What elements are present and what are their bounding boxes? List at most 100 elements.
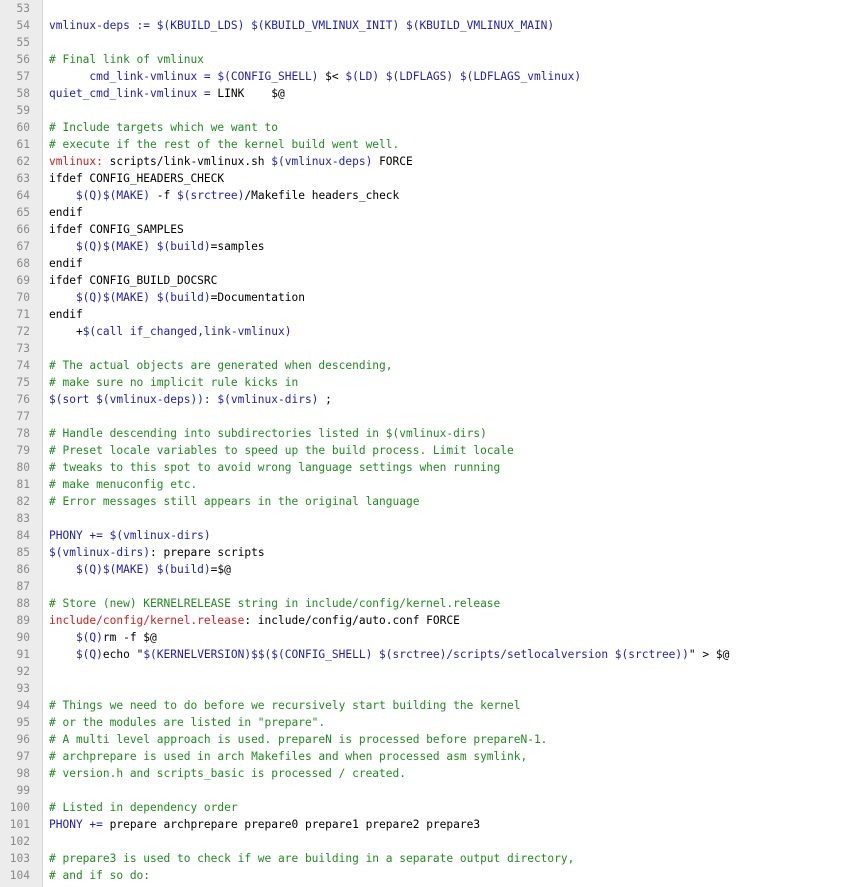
code-line: 98 # version.h and scripts_basic is proce… [0, 765, 864, 782]
line-number: 103 [9, 852, 30, 865]
line-number: 55 [16, 36, 30, 49]
code-line: 85 $(vmlinux-dirs): prepare scripts [0, 544, 864, 561]
line-code: $(Q)$(MAKE) $(build)=samples [49, 238, 265, 255]
line-number: 94 [16, 699, 30, 712]
code-line: 95 # or the modules are listed in "prepar… [0, 714, 864, 731]
code-token-plain: =$@ [210, 563, 231, 576]
code-token-plain: =Documentation [210, 291, 305, 304]
code-line: 67 $(Q)$(MAKE) $(build)=samples [0, 238, 864, 255]
code-token-var: $(vmlinux-dirs) [49, 546, 151, 559]
code-token-comment: # Store (new) KERNELRELEASE string in in… [49, 597, 501, 610]
line-number: 74 [16, 359, 30, 372]
code-token-comment: # tweaks to this spot to avoid wrong lan… [49, 461, 501, 474]
code-token-plain: endif [49, 206, 83, 219]
line-number: 80 [16, 461, 30, 474]
line-code: cmd_link-vmlinux = $(CONFIG_SHELL) $< $(… [49, 68, 581, 85]
line-number: 84 [16, 529, 30, 542]
line-number: 98 [16, 767, 30, 780]
line-code: # make sure no implicit rule kicks in [49, 374, 298, 391]
line-code: # prepare3 is used to check if we are bu… [49, 850, 574, 867]
line-number: 67 [16, 240, 30, 253]
code-line: 103 # prepare3 is used to check if we are… [0, 850, 864, 867]
code-token-comment: # The actual objects are generated when … [49, 359, 393, 372]
line-number: 93 [16, 682, 30, 695]
line-code: ifdef CONFIG_HEADERS_CHECK [49, 170, 224, 187]
code-token-var: $(KERNELVERSION)$$($(CONFIG_SHELL) $(src… [143, 648, 689, 661]
line-number: 57 [16, 70, 30, 83]
line-number: 90 [16, 631, 30, 644]
line-number: 76 [16, 393, 30, 406]
line-number: 64 [16, 189, 30, 202]
code-line: 53 [0, 0, 864, 17]
line-number: 78 [16, 427, 30, 440]
code-token-var: $(Q)$(MAKE) $(build) [49, 291, 211, 304]
line-number: 77 [16, 410, 30, 423]
line-number: 71 [16, 308, 30, 321]
code-line: 71 endif [0, 306, 864, 323]
line-code: ifdef CONFIG_SAMPLES [49, 221, 184, 238]
line-code: # Preset locale variables to speed up th… [49, 442, 514, 459]
code-token-var: $(Q)$(MAKE) $(build) [49, 240, 211, 253]
code-token-plain: scripts/link-vmlinux.sh [102, 155, 272, 168]
code-line: 101 PHONY += prepare archprepare prepare0… [0, 816, 864, 833]
line-code: PHONY += prepare archprepare prepare0 pr… [49, 816, 480, 833]
code-token-comment: # make menuconfig etc. [49, 478, 198, 491]
code-line: 77 [0, 408, 864, 425]
code-token-var: quiet_cmd_link-vmlinux = [49, 87, 218, 100]
line-number: 53 [16, 2, 30, 15]
code-line: 88 # Store (new) KERNELRELEASE string in … [0, 595, 864, 612]
code-token-plain: " > $@ [688, 648, 730, 661]
code-lines: 53 54 vmlinux-deps := $(KBUILD_LDS) $(KBUI… [0, 0, 864, 884]
line-code: # Handle descending into subdirectories … [49, 425, 487, 442]
code-line: 74 # The actual objects are generated whe… [0, 357, 864, 374]
line-code: # Store (new) KERNELRELEASE string in in… [49, 595, 500, 612]
code-line: 66 ifdef CONFIG_SAMPLES [0, 221, 864, 238]
code-token-comment: # execute if the rest of the kernel buil… [49, 138, 400, 151]
code-token-comment: # Listed in dependency order [49, 801, 238, 814]
line-code: include/config/kernel.release: include/c… [49, 612, 460, 629]
code-token-plain: echo " [102, 648, 144, 661]
line-number: 96 [16, 733, 30, 746]
line-code: # archprepare is used in arch Makefiles … [49, 748, 527, 765]
line-code: # make menuconfig etc. [49, 476, 197, 493]
line-number: 65 [16, 206, 30, 219]
line-code: $(Q)$(MAKE) $(build)=Documentation [49, 289, 305, 306]
code-line: 90 $(Q)rm -f $@ [0, 629, 864, 646]
line-number: 75 [16, 376, 30, 389]
code-line: 96 # A multi level approach is used. prep… [0, 731, 864, 748]
code-token-comment: # Things we need to do before we recursi… [49, 699, 521, 712]
code-line: 89 include/config/kernel.release: include… [0, 612, 864, 629]
code-line: 91 $(Q)echo "$(KERNELVERSION)$$($(CONFIG… [0, 646, 864, 663]
code-line: 63 ifdef CONFIG_HEADERS_CHECK [0, 170, 864, 187]
line-code: # A multi level approach is used. prepar… [49, 731, 547, 748]
code-line: 64 $(Q)$(MAKE) -f $(srctree)/Makefile he… [0, 187, 864, 204]
line-code: endif [49, 306, 83, 323]
code-line: 57 cmd_link-vmlinux = $(CONFIG_SHELL) $<… [0, 68, 864, 85]
code-line: 56 # Final link of vmlinux [0, 51, 864, 68]
code-token-var: $(Q) [49, 648, 103, 661]
line-code: +$(call if_changed,link-vmlinux) [49, 323, 292, 340]
line-code: $(sort $(vmlinux-deps)): $(vmlinux-dirs)… [49, 391, 332, 408]
code-line: 55 [0, 34, 864, 51]
code-token-plain: : prepare scripts [150, 546, 265, 559]
code-token-plain: endif [49, 257, 83, 270]
code-line: 75 # make sure no implicit rule kicks in [0, 374, 864, 391]
line-number: 102 [9, 835, 30, 848]
code-line: 83 [0, 510, 864, 527]
line-code: # and if so do: [49, 867, 150, 884]
line-number: 95 [16, 716, 30, 729]
code-token-plain: /Makefile headers_check [244, 189, 400, 202]
line-number: 87 [16, 580, 30, 593]
code-token-comment: # make sure no implicit rule kicks in [49, 376, 299, 389]
code-line: 69 ifdef CONFIG_BUILD_DOCSRC [0, 272, 864, 289]
code-line: 97 # archprepare is used in arch Makefile… [0, 748, 864, 765]
code-line: 93 [0, 680, 864, 697]
line-number: 91 [16, 648, 30, 661]
code-token-var: $(srctree) [177, 189, 245, 202]
line-number: 66 [16, 223, 30, 236]
code-token-plain: + [49, 325, 83, 338]
line-number: 89 [16, 614, 30, 627]
line-number: 104 [9, 869, 30, 882]
code-token-comment: # prepare3 is used to check if we are bu… [49, 852, 575, 865]
code-token-target: vmlinux: [49, 155, 103, 168]
